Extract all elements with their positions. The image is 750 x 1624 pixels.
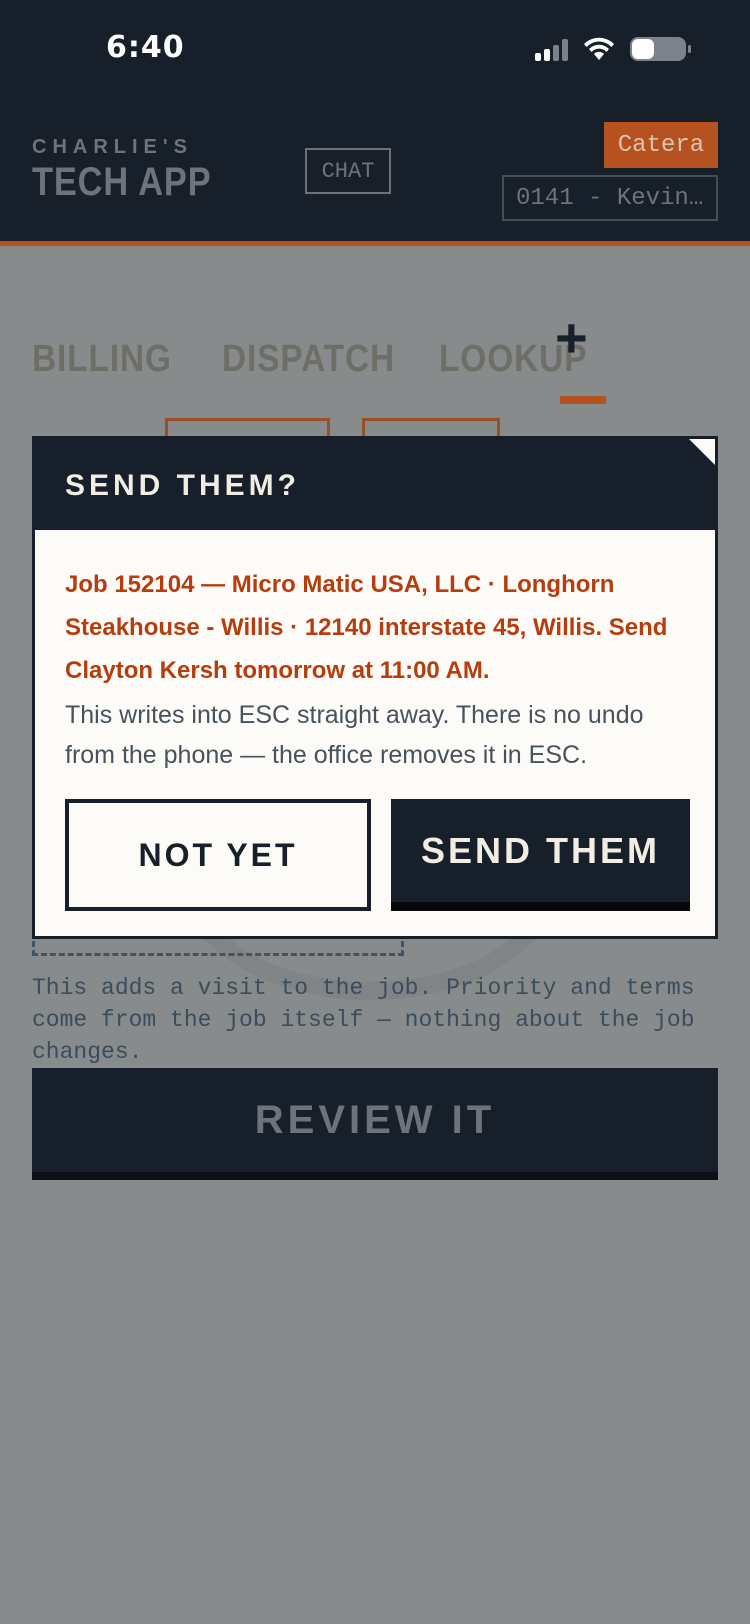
signal-icon — [535, 37, 568, 61]
active-tab-indicator — [560, 396, 606, 404]
plus-icon[interactable]: + — [555, 310, 588, 366]
review-button[interactable]: REVIEW IT — [32, 1068, 718, 1180]
wifi-icon — [582, 36, 616, 62]
account-select[interactable]: 0141 - Kevin… — [502, 175, 718, 221]
confirm-dialog: SEND THEM? Job 152104 — Micro Matic USA,… — [32, 436, 718, 939]
chat-button[interactable]: CHAT — [305, 148, 391, 194]
brand-title: TECH APP — [32, 160, 212, 204]
send-them-button[interactable]: SEND THEM — [391, 799, 690, 911]
status-icons — [535, 36, 691, 62]
help-text: This adds a visit to the job. Priority a… — [32, 975, 695, 1065]
battery-icon — [630, 37, 691, 61]
dialog-summary: Job 152104 — Micro Matic USA, LLC · Long… — [65, 571, 668, 684]
tenant-badge[interactable]: Catera — [604, 122, 718, 168]
tab-dispatch[interactable]: DISPATCH — [222, 338, 394, 381]
app-header: CHARLIE'S TECH APP CHAT Catera 0141 - Ke… — [0, 100, 750, 246]
brand-small: CHARLIE'S — [32, 136, 193, 158]
tab-billing[interactable]: BILLING — [32, 338, 173, 381]
status-bar: 6:40 — [0, 0, 750, 100]
status-time: 6:40 — [106, 30, 185, 65]
dialog-body: This writes into ESC straight away. Ther… — [65, 701, 644, 769]
dialog-title: SEND THEM? — [65, 469, 300, 502]
dialog-header: SEND THEM? — [35, 439, 715, 530]
not-yet-button[interactable]: NOT YET — [65, 799, 371, 911]
